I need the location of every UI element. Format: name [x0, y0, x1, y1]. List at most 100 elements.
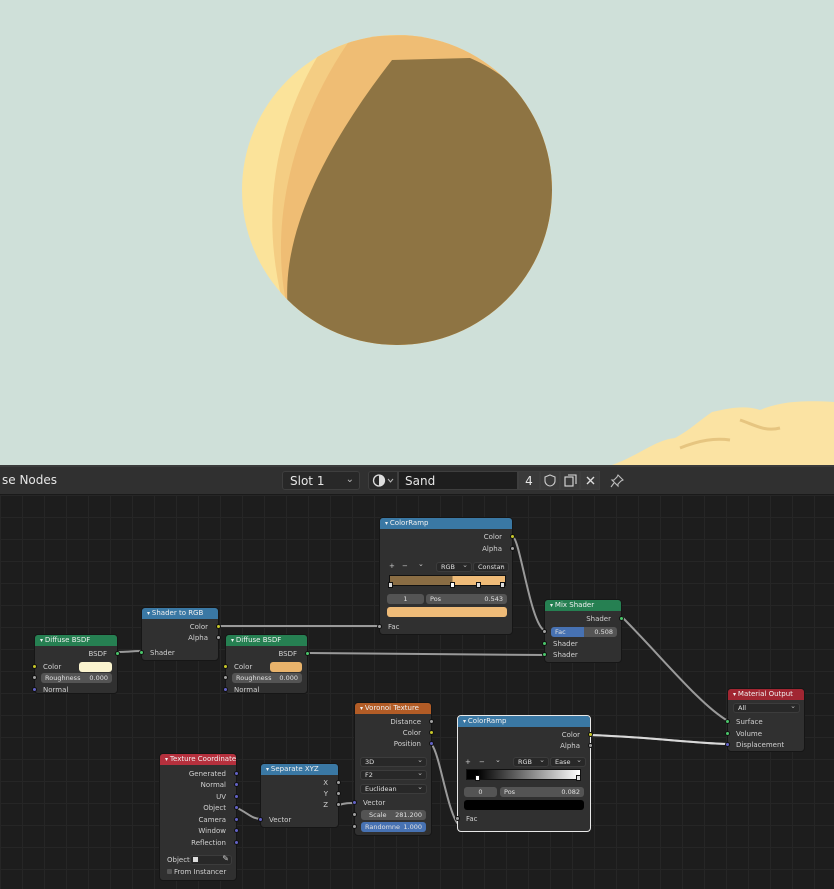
ramp-stop[interactable] [476, 582, 481, 588]
roughness-field[interactable]: Roughness 0.000 [41, 673, 112, 683]
dimensions-dropdown[interactable]: 3D [360, 757, 427, 767]
remove-stop-button[interactable]: − [479, 758, 485, 766]
color-ramp-bar[interactable] [389, 575, 506, 586]
input-randomness-socket[interactable] [352, 824, 357, 829]
node-material-output[interactable]: Material Output All Surface Volume Displ… [725, 688, 805, 752]
roughness-field[interactable]: Roughness 0.000 [232, 673, 302, 683]
output-target-dropdown[interactable]: All [733, 703, 800, 713]
input-fac-socket[interactable] [377, 624, 382, 629]
stop-color-swatch[interactable] [387, 607, 507, 617]
input-shader1-socket[interactable] [542, 641, 547, 646]
ramp-stop-active[interactable] [475, 775, 480, 781]
output-normal-socket[interactable] [234, 782, 239, 787]
input-normal-socket[interactable] [223, 687, 228, 692]
node-separate-xyz[interactable]: Separate XYZ X Y Z Vector [258, 763, 341, 828]
stop-position-field[interactable]: Pos 0.543 [426, 594, 507, 604]
node-header[interactable]: Texture Coordinate [160, 754, 236, 765]
input-shader2-socket[interactable] [542, 652, 547, 657]
output-color-socket[interactable] [588, 732, 593, 737]
ramp-stop[interactable] [576, 775, 581, 781]
node-texture-coordinate[interactable]: Texture Coordinate Generated Normal UV O… [159, 753, 239, 881]
pin-button[interactable] [607, 471, 627, 490]
randomness-slider[interactable]: Randomne 1.000 [361, 822, 426, 832]
output-shader-socket[interactable] [619, 616, 624, 621]
ramp-menu-chevron-icon[interactable]: ⌄ [418, 560, 424, 568]
node-colorramp-2[interactable]: ColorRamp Color Alpha + − ⌄ RGB Ease 0 P… [455, 715, 593, 832]
output-y-socket[interactable] [336, 791, 341, 796]
input-normal-socket[interactable] [32, 687, 37, 692]
output-object-socket[interactable] [234, 805, 239, 810]
color-swatch[interactable] [270, 662, 302, 672]
material-slot-dropdown[interactable]: Slot 1 ⌄ [282, 471, 360, 490]
add-stop-button[interactable]: + [465, 758, 471, 766]
output-alpha-socket[interactable] [216, 635, 221, 640]
output-bsdf-socket[interactable] [305, 651, 310, 656]
interpolation-dropdown[interactable]: Ease [550, 757, 586, 767]
stop-index-field[interactable]: 1 [387, 594, 424, 604]
node-header[interactable]: Diffuse BSDF [35, 635, 117, 646]
output-color-socket[interactable] [510, 534, 515, 539]
fake-user-button[interactable] [540, 471, 560, 490]
input-displacement-socket[interactable] [725, 742, 730, 747]
node-editor-canvas[interactable]: Diffuse BSDF BSDF Color Roughness 0.000 N… [0, 495, 834, 889]
output-color-socket[interactable] [216, 624, 221, 629]
node-header[interactable]: ColorRamp [458, 716, 590, 727]
output-z-socket[interactable] [336, 802, 341, 807]
input-vector-socket[interactable] [258, 817, 263, 822]
output-generated-socket[interactable] [234, 771, 239, 776]
input-vector-socket[interactable] [352, 800, 357, 805]
output-uv-socket[interactable] [234, 794, 239, 799]
input-fac-socket[interactable] [455, 816, 460, 821]
ramp-menu-chevron-icon[interactable]: ⌄ [495, 756, 501, 764]
node-header[interactable]: Shader to RGB [142, 608, 218, 619]
input-fac-socket[interactable] [542, 629, 547, 634]
color-swatch[interactable] [79, 662, 112, 672]
new-material-button[interactable] [560, 471, 580, 490]
ramp-stop[interactable] [388, 582, 393, 588]
input-roughness-socket[interactable] [32, 675, 37, 680]
color-mode-dropdown[interactable]: RGB [436, 562, 472, 572]
object-picker-field[interactable]: ✎ [190, 854, 232, 865]
output-camera-socket[interactable] [234, 817, 239, 822]
output-x-socket[interactable] [336, 780, 341, 785]
input-color-socket[interactable] [32, 664, 37, 669]
node-header[interactable]: Material Output [728, 689, 804, 700]
color-ramp-bar[interactable] [466, 769, 581, 780]
output-alpha-socket[interactable] [588, 743, 593, 748]
user-count-button[interactable]: 4 [518, 471, 540, 490]
input-surface-socket[interactable] [725, 719, 730, 724]
input-scale-socket[interactable] [352, 812, 357, 817]
output-reflection-socket[interactable] [234, 840, 239, 845]
output-window-socket[interactable] [234, 828, 239, 833]
node-diffuse-bsdf-2[interactable]: Diffuse BSDF BSDF Color Roughness 0.000 N… [223, 634, 310, 694]
eyedropper-icon[interactable]: ✎ [222, 854, 229, 863]
stop-color-swatch[interactable] [464, 800, 584, 810]
feature-dropdown[interactable]: F2 [360, 770, 427, 780]
output-alpha-socket[interactable] [510, 546, 515, 551]
input-volume-socket[interactable] [725, 731, 730, 736]
output-distance-socket[interactable] [429, 719, 434, 724]
node-header[interactable]: Separate XYZ [261, 764, 338, 775]
node-shader-to-rgb[interactable]: Shader to RGB Color Alpha Shader [139, 607, 221, 661]
node-voronoi-texture[interactable]: Voronoi Texture Distance Color Position … [352, 702, 434, 836]
node-diffuse-bsdf-1[interactable]: Diffuse BSDF BSDF Color Roughness 0.000 N… [32, 634, 120, 694]
stop-position-field[interactable]: Pos 0.082 [500, 787, 584, 797]
scale-field[interactable]: Scale 281.200 [361, 810, 426, 820]
input-roughness-socket[interactable] [223, 675, 228, 680]
node-colorramp-1[interactable]: ColorRamp Color Alpha + − ⌄ RGB Constan … [377, 517, 515, 635]
distance-metric-dropdown[interactable]: Euclidean [360, 784, 427, 794]
stop-index-field[interactable]: 0 [464, 787, 497, 797]
node-header[interactable]: Diffuse BSDF [226, 635, 307, 646]
color-mode-dropdown[interactable]: RGB [513, 757, 549, 767]
output-position-socket[interactable] [429, 741, 434, 746]
fac-slider[interactable]: Fac 0.508 [551, 627, 617, 637]
interpolation-dropdown[interactable]: Constan [473, 562, 509, 572]
3d-viewport[interactable] [0, 0, 834, 465]
input-shader-socket[interactable] [139, 650, 144, 655]
node-header[interactable]: Mix Shader [545, 600, 621, 611]
from-instancer-checkbox[interactable] [167, 869, 172, 874]
ramp-stop[interactable] [500, 582, 505, 588]
node-mix-shader[interactable]: Mix Shader Shader Fac 0.508 Shader Shade… [542, 599, 624, 663]
material-name-field[interactable]: Sand [398, 471, 518, 490]
ramp-stop-active[interactable] [450, 582, 455, 588]
